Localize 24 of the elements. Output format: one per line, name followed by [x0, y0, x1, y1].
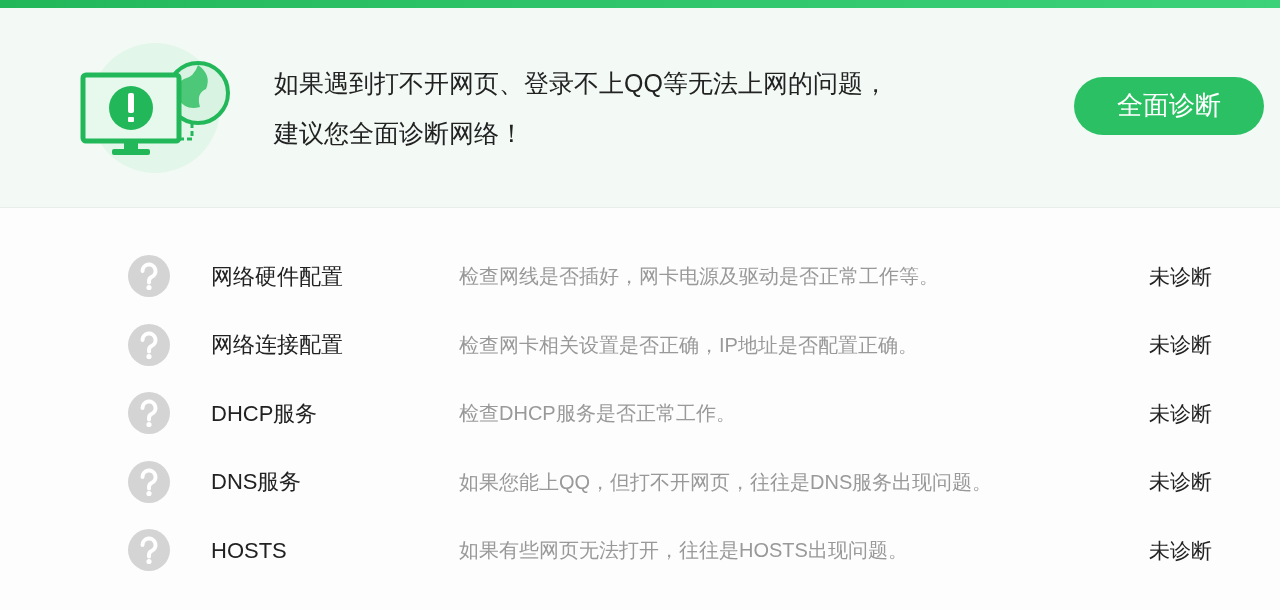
check-description: 如果您能上QQ，但打不开网页，往往是DNS服务出现问题。	[459, 469, 994, 495]
check-name: DHCP服务	[211, 399, 319, 428]
question-icon	[128, 323, 170, 366]
check-name: 网络连接配置	[211, 331, 344, 360]
check-description: 检查DHCP服务是否正常工作。	[459, 401, 737, 427]
question-icon	[128, 460, 170, 503]
full-diagnosis-button[interactable]: 全面诊断	[1074, 76, 1264, 135]
check-status: 未诊断	[1149, 263, 1212, 290]
monitor-warning-icon	[80, 40, 230, 175]
question-icon	[128, 529, 170, 572]
check-status: 未诊断	[1149, 332, 1212, 358]
check-description: 检查网卡相关设置是否正确，IP地址是否配置正确。	[459, 332, 919, 358]
check-status: 未诊断	[1149, 400, 1212, 427]
question-icon	[128, 392, 170, 435]
banner-text: 如果遇到打不开网页、登录不上QQ等无法上网的问题，	[274, 67, 889, 99]
check-name: 网络硬件配置	[211, 262, 344, 291]
check-description: 如果有些网页无法打开，往往是HOSTS出现问题。	[459, 538, 909, 564]
check-status: 未诊断	[1149, 537, 1212, 564]
banner-text: 建议您全面诊断网络！	[274, 117, 525, 149]
check-name: HOSTS	[211, 536, 288, 565]
question-icon	[128, 255, 170, 298]
check-name: DNS服务	[211, 468, 303, 497]
check-status: 未诊断	[1149, 469, 1212, 495]
check-description: 检查网线是否插好，网卡电源及驱动是否正常工作等。	[459, 264, 940, 290]
